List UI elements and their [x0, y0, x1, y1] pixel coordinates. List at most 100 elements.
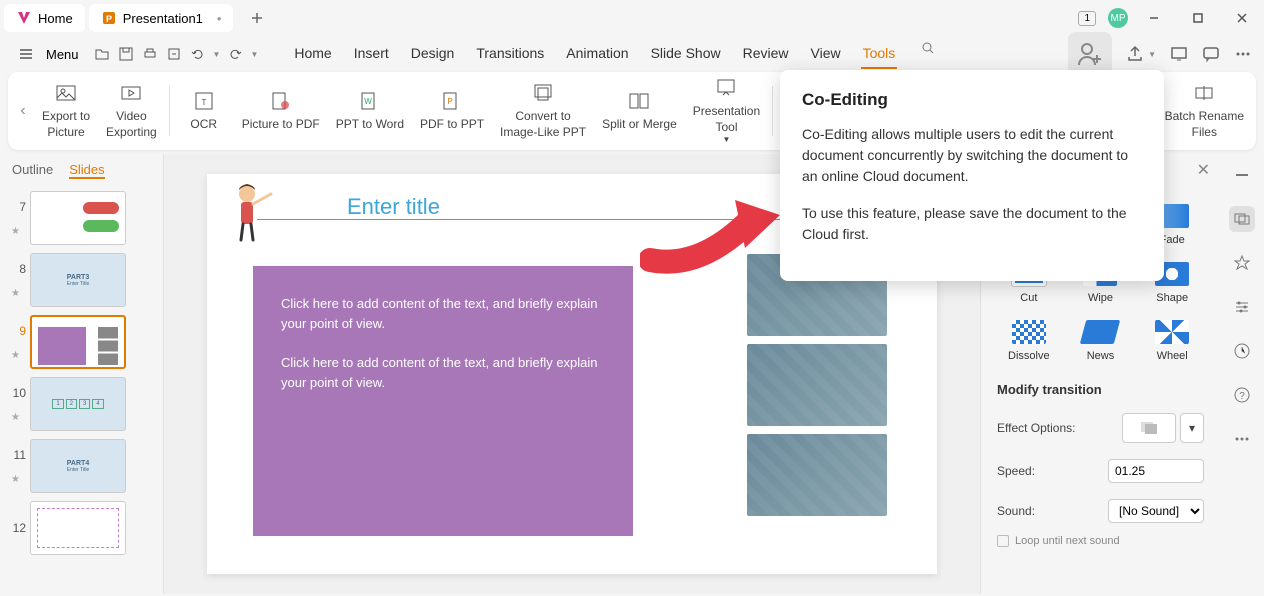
rib-pdf-ppt[interactable]: P PDF to PPT	[412, 85, 492, 137]
sidetool-star[interactable]	[1229, 250, 1255, 276]
close-button[interactable]	[1224, 4, 1260, 32]
loop-row[interactable]: Loop until next sound	[997, 535, 1204, 547]
tab-home[interactable]: Home	[292, 39, 333, 69]
tab-outline[interactable]: Outline	[12, 162, 53, 179]
pdf-ppt-icon: P	[440, 89, 464, 113]
transition-wheel[interactable]: Wheel	[1140, 320, 1204, 362]
speed-input[interactable]	[1108, 459, 1204, 483]
video-icon	[119, 81, 143, 105]
slide-thumb[interactable]	[30, 191, 126, 245]
content-para-2[interactable]: Click here to add content of the text, a…	[281, 353, 605, 392]
tab-tools[interactable]: Tools	[861, 39, 898, 69]
maximize-button[interactable]	[1180, 4, 1216, 32]
rib-batch-rename[interactable]: Batch Rename Files	[1157, 77, 1252, 144]
svg-text:P: P	[106, 14, 112, 24]
share-icon[interactable]	[1126, 45, 1144, 63]
sidetool-more[interactable]	[1229, 426, 1255, 452]
loop-checkbox[interactable]	[997, 535, 1009, 547]
slide-item-7[interactable]: 7★	[8, 191, 155, 245]
rib-split-merge[interactable]: Split or Merge	[594, 85, 685, 137]
panel-close-icon[interactable]: ✕	[1197, 160, 1210, 180]
transition-dissolve[interactable]: Dissolve	[997, 320, 1061, 362]
slide-thumb[interactable]	[30, 501, 126, 555]
rib-presentation-tool[interactable]: Presentation Tool ▼	[685, 72, 768, 150]
sound-select[interactable]: [No Sound]	[1108, 499, 1204, 523]
effect-preview[interactable]	[1122, 413, 1176, 443]
animation-star-icon: ★	[11, 474, 23, 485]
slide-title[interactable]: Enter title	[347, 194, 440, 220]
share-chevron[interactable]: ▼	[1148, 50, 1156, 59]
effect-dropdown[interactable]: ▾	[1180, 413, 1204, 443]
rib-imagelike[interactable]: Convert to Image-Like PPT	[492, 77, 594, 144]
search-icon[interactable]	[919, 39, 937, 57]
sidetool-collapse[interactable]	[1229, 162, 1255, 188]
slide-item-8[interactable]: 8★ PART3Enter Title	[8, 253, 155, 307]
side-toolbar: ?	[1220, 154, 1264, 594]
undo-icon[interactable]	[189, 45, 207, 63]
transition-news[interactable]: News	[1069, 320, 1133, 362]
slide-thumb[interactable]: 1234	[30, 377, 126, 431]
tab-slideshow[interactable]: Slide Show	[649, 39, 723, 69]
menu-tabs: Home Insert Design Transitions Animation…	[292, 39, 937, 69]
menu-label[interactable]: Menu	[46, 47, 79, 62]
more-icon[interactable]	[1234, 45, 1252, 63]
tab-insert[interactable]: Insert	[352, 39, 391, 69]
svg-text:W: W	[364, 97, 372, 106]
home-tab-label: Home	[38, 11, 73, 26]
slide-thumb[interactable]: PART3Enter Title	[30, 253, 126, 307]
sound-row: Sound: [No Sound]	[997, 499, 1204, 523]
slide-thumb[interactable]: PART4Enter Title	[30, 439, 126, 493]
quick-access-toolbar: ▼ ▼	[93, 45, 259, 63]
sidetool-settings[interactable]	[1229, 294, 1255, 320]
open-icon[interactable]	[93, 45, 111, 63]
slide-image-3[interactable]	[747, 434, 887, 516]
tab-view[interactable]: View	[809, 39, 843, 69]
content-para-1[interactable]: Click here to add content of the text, a…	[281, 294, 605, 333]
rib-ocr[interactable]: T OCR	[174, 85, 234, 137]
slide-item-9[interactable]: 9★	[8, 315, 155, 369]
coedit-tooltip: Co-Editing Co-Editing allows multiple us…	[780, 70, 1164, 281]
chat-icon[interactable]	[1202, 45, 1220, 63]
slide-thumb-active[interactable]	[30, 315, 126, 369]
slide-item-11[interactable]: 11★ PART4Enter Title	[8, 439, 155, 493]
slide-item-12[interactable]: 12	[8, 501, 155, 555]
slide-image-2[interactable]	[747, 344, 887, 426]
rib-picture-pdf[interactable]: Picture to PDF	[234, 85, 328, 137]
sidetool-history[interactable]	[1229, 338, 1255, 364]
content-box[interactable]: Click here to add content of the text, a…	[253, 266, 633, 536]
effect-options-label: Effect Options:	[997, 421, 1076, 435]
new-tab-button[interactable]	[245, 6, 269, 30]
save-icon[interactable]	[117, 45, 135, 63]
ribbon-prev[interactable]: ‹	[12, 76, 34, 146]
redo-chevron[interactable]: ▼	[250, 50, 258, 59]
undo-chevron[interactable]: ▼	[213, 50, 221, 59]
rib-ppt-word[interactable]: W PPT to Word	[328, 85, 412, 137]
hamburger-button[interactable]	[12, 42, 40, 66]
sidetool-transitions[interactable]	[1229, 206, 1255, 232]
speed-label: Speed:	[997, 464, 1035, 478]
slides-list[interactable]: 7★ 8★ PART3Enter Title 9★ 10★ 1234 11★ P…	[0, 187, 163, 594]
user-avatar[interactable]: MP	[1108, 8, 1128, 28]
pic-pdf-icon	[269, 89, 293, 113]
split-icon	[627, 89, 651, 113]
slide-item-10[interactable]: 10★ 1234	[8, 377, 155, 431]
home-tab[interactable]: Home	[4, 4, 85, 32]
export-icon[interactable]	[165, 45, 183, 63]
menubar: Menu ▼ ▼ Home Insert Design Transitions …	[0, 36, 1264, 72]
document-tab[interactable]: P Presentation1 •	[89, 4, 234, 32]
sidetool-help[interactable]: ?	[1229, 382, 1255, 408]
window-count[interactable]: 1	[1078, 11, 1096, 26]
tab-animation[interactable]: Animation	[564, 39, 630, 69]
print-icon[interactable]	[141, 45, 159, 63]
redo-icon[interactable]	[226, 45, 244, 63]
svg-text:P: P	[447, 97, 452, 106]
tab-review[interactable]: Review	[741, 39, 791, 69]
rib-export-picture[interactable]: Export to Picture	[34, 77, 98, 144]
minimize-button[interactable]	[1136, 4, 1172, 32]
rib-video-export[interactable]: Video Exporting	[98, 77, 165, 144]
teacher-figure	[227, 182, 277, 242]
tab-transitions[interactable]: Transitions	[474, 39, 546, 69]
tab-design[interactable]: Design	[409, 39, 457, 69]
screen-icon[interactable]	[1170, 45, 1188, 63]
tab-slides[interactable]: Slides	[69, 162, 104, 179]
